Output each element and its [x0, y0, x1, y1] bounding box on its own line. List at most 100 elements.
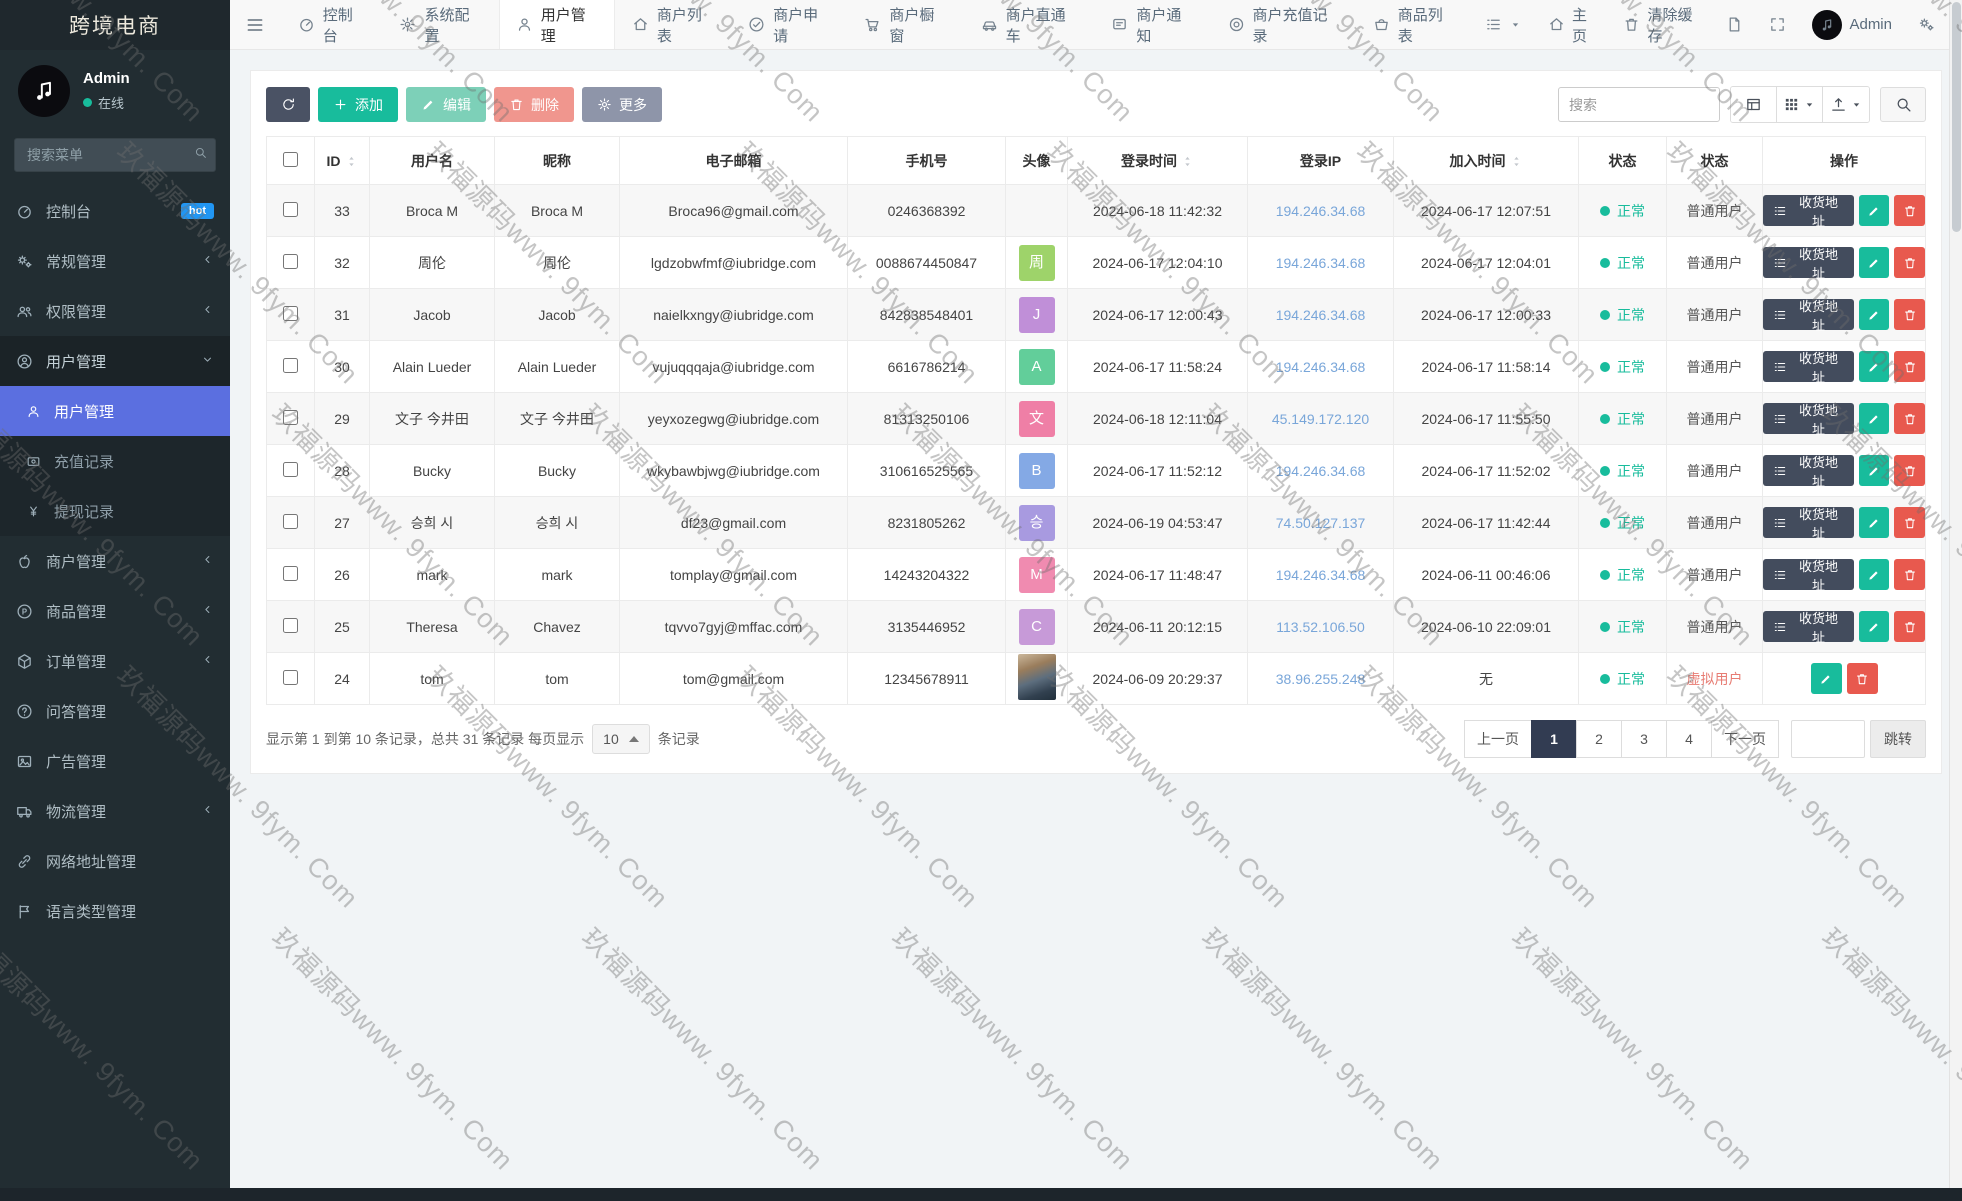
- page-button-4[interactable]: 4: [1666, 720, 1712, 758]
- sidebar-item-6[interactable]: 订单管理: [0, 636, 230, 686]
- address-button[interactable]: 收货地址: [1763, 455, 1854, 486]
- row-edit-button[interactable]: [1859, 455, 1890, 486]
- page-jump-button[interactable]: 跳转: [1870, 720, 1926, 758]
- nav-list-dropdown[interactable]: [1472, 0, 1535, 50]
- nav-tab-1[interactable]: 系统配置: [382, 0, 498, 49]
- page-jump-input[interactable]: [1791, 720, 1865, 758]
- row-checkbox[interactable]: [283, 202, 298, 217]
- row-delete-button[interactable]: [1894, 559, 1925, 590]
- sidebar-item-1[interactable]: 常规管理: [0, 236, 230, 286]
- row-delete-button[interactable]: [1894, 351, 1925, 382]
- row-checkbox[interactable]: [283, 462, 298, 477]
- ip-link[interactable]: 194.246.34.68: [1276, 567, 1366, 583]
- row-edit-button[interactable]: [1811, 663, 1842, 694]
- row-edit-button[interactable]: [1859, 559, 1890, 590]
- row-delete-button[interactable]: [1894, 247, 1925, 278]
- address-button[interactable]: 收货地址: [1763, 195, 1854, 226]
- edit-button[interactable]: 编辑: [406, 87, 486, 122]
- ip-link[interactable]: 194.246.34.68: [1276, 203, 1366, 219]
- row-delete-button[interactable]: [1894, 195, 1925, 226]
- sidebar-item-7[interactable]: 问答管理: [0, 686, 230, 736]
- column-header-0[interactable]: ID: [315, 137, 370, 185]
- row-checkbox[interactable]: [283, 514, 298, 529]
- ip-link[interactable]: 194.246.34.68: [1276, 255, 1366, 271]
- search-toggle-button[interactable]: [1880, 87, 1926, 122]
- admin-account-menu[interactable]: Admin: [1799, 0, 1905, 50]
- export-button[interactable]: [1823, 87, 1869, 122]
- nav-tab-0[interactable]: 控制台: [281, 0, 383, 49]
- address-button[interactable]: 收货地址: [1763, 403, 1854, 434]
- address-button[interactable]: 收货地址: [1763, 247, 1854, 278]
- ip-link[interactable]: 194.246.34.68: [1276, 307, 1366, 323]
- sidebar-item-9[interactable]: 物流管理: [0, 786, 230, 836]
- nav-tab-6[interactable]: 商户直通车: [964, 0, 1095, 49]
- sidebar-item-10[interactable]: 网络地址管理: [0, 836, 230, 886]
- row-edit-button[interactable]: [1859, 403, 1890, 434]
- sidebar-item-5[interactable]: P商品管理: [0, 586, 230, 636]
- scrollbar[interactable]: [1949, 0, 1962, 1201]
- ip-link[interactable]: 194.246.34.68: [1276, 463, 1366, 479]
- nav-tab-8[interactable]: 商户充值记录: [1211, 0, 1356, 49]
- row-checkbox[interactable]: [283, 618, 298, 633]
- address-button[interactable]: 收货地址: [1763, 351, 1854, 382]
- page-size-select[interactable]: 10: [592, 724, 650, 754]
- column-header-6[interactable]: 登录时间: [1068, 137, 1248, 185]
- sidebar-item-sub-2[interactable]: 提现记录: [0, 486, 230, 536]
- sidebar-item-8[interactable]: 广告管理: [0, 736, 230, 786]
- prev-page-button[interactable]: 上一页: [1464, 720, 1532, 758]
- sidebar-item-sub-0[interactable]: 用户管理: [0, 386, 230, 436]
- ip-link[interactable]: 113.52.106.50: [1276, 619, 1365, 635]
- address-button[interactable]: 收货地址: [1763, 611, 1854, 642]
- row-checkbox[interactable]: [283, 410, 298, 425]
- refresh-button[interactable]: [266, 87, 310, 122]
- sidebar-item-2[interactable]: 权限管理: [0, 286, 230, 336]
- page-button-1[interactable]: 1: [1531, 720, 1577, 758]
- row-edit-button[interactable]: [1859, 611, 1890, 642]
- select-all-checkbox[interactable]: [283, 152, 298, 167]
- next-page-button[interactable]: 下一页: [1711, 720, 1779, 758]
- nav-tab-7[interactable]: 商户通知: [1094, 0, 1210, 49]
- sidebar-item-4[interactable]: 商户管理: [0, 536, 230, 586]
- row-edit-button[interactable]: [1859, 351, 1890, 382]
- row-edit-button[interactable]: [1859, 247, 1890, 278]
- sidebar-search-input[interactable]: [14, 138, 216, 172]
- nav-tab-5[interactable]: 商户橱窗: [847, 0, 963, 49]
- row-checkbox[interactable]: [283, 566, 298, 581]
- nav-log-button[interactable]: [1713, 0, 1756, 50]
- row-delete-button[interactable]: [1894, 455, 1925, 486]
- row-delete-button[interactable]: [1894, 299, 1925, 330]
- row-checkbox[interactable]: [283, 306, 298, 321]
- row-edit-button[interactable]: [1859, 507, 1890, 538]
- row-delete-button[interactable]: [1894, 507, 1925, 538]
- page-button-2[interactable]: 2: [1576, 720, 1622, 758]
- row-checkbox[interactable]: [283, 670, 298, 685]
- row-checkbox[interactable]: [283, 254, 298, 269]
- address-button[interactable]: 收货地址: [1763, 507, 1854, 538]
- sidebar-item-3[interactable]: 用户管理: [0, 336, 230, 386]
- sidebar-item-0[interactable]: 控制台hot: [0, 186, 230, 236]
- nav-tab-4[interactable]: 商户申请: [731, 0, 847, 49]
- address-button[interactable]: 收货地址: [1763, 299, 1854, 330]
- ip-link[interactable]: 45.149.172.120: [1272, 411, 1369, 427]
- ip-link[interactable]: 194.246.34.68: [1276, 359, 1366, 375]
- fullscreen-button[interactable]: [1756, 0, 1799, 50]
- page-button-3[interactable]: 3: [1621, 720, 1667, 758]
- settings-button[interactable]: [1905, 0, 1948, 50]
- nav-tab-2[interactable]: 用户管理: [499, 0, 615, 49]
- sidebar-item-11[interactable]: 语言类型管理: [0, 886, 230, 936]
- row-delete-button[interactable]: [1847, 663, 1878, 694]
- menu-toggle-button[interactable]: [230, 0, 281, 49]
- row-edit-button[interactable]: [1859, 299, 1890, 330]
- add-button[interactable]: 添加: [318, 87, 398, 122]
- columns-toggle-button[interactable]: [1777, 87, 1823, 122]
- address-button[interactable]: 收货地址: [1763, 559, 1854, 590]
- row-delete-button[interactable]: [1894, 403, 1925, 434]
- row-edit-button[interactable]: [1859, 195, 1890, 226]
- nav-tab-3[interactable]: 商户列表: [615, 0, 731, 49]
- scrollbar-thumb[interactable]: [1952, 2, 1961, 232]
- detail-view-button[interactable]: [1731, 87, 1777, 122]
- more-button[interactable]: 更多: [582, 87, 662, 122]
- ip-link[interactable]: 74.50.127.137: [1276, 515, 1366, 531]
- sidebar-item-sub-1[interactable]: 充值记录: [0, 436, 230, 486]
- nav-home-button[interactable]: 主页: [1535, 0, 1610, 50]
